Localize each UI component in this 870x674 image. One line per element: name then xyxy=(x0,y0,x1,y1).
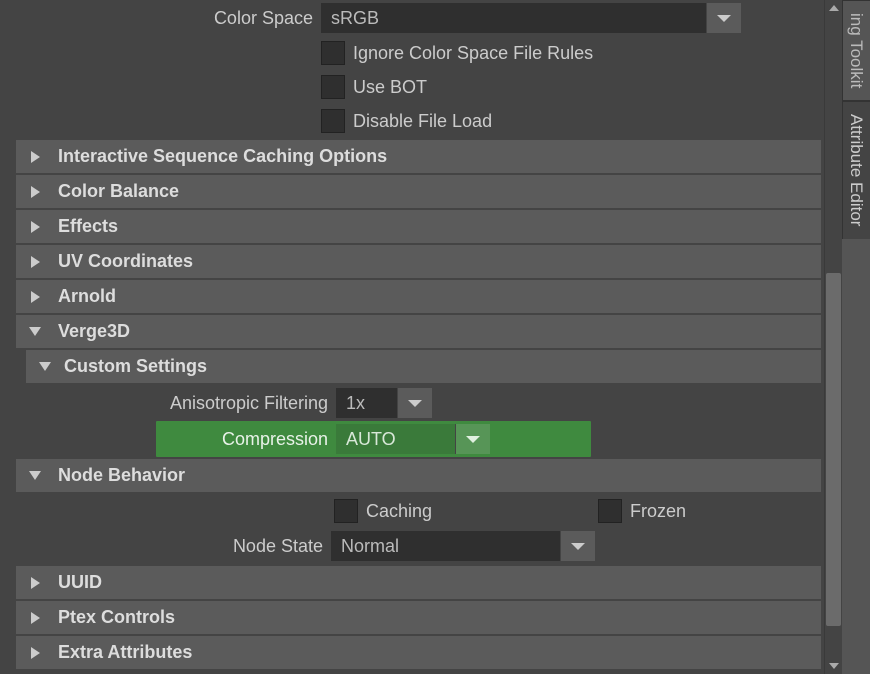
scrollbar-thumb[interactable] xyxy=(826,273,841,626)
scroll-down-icon[interactable] xyxy=(825,658,842,674)
compression-dropdown[interactable]: AUTO xyxy=(336,424,490,454)
chevron-right-icon xyxy=(26,256,44,268)
compression-row: Compression AUTO xyxy=(156,421,591,457)
color-space-dropdown[interactable]: sRGB xyxy=(321,3,741,33)
section-uuid[interactable]: UUID xyxy=(16,566,821,599)
chevron-down-icon[interactable] xyxy=(456,424,490,454)
use-bot-checkbox[interactable] xyxy=(321,75,345,99)
chevron-right-icon xyxy=(26,151,44,163)
chevron-down-icon xyxy=(26,327,44,336)
section-extra-attributes[interactable]: Extra Attributes xyxy=(16,636,821,669)
section-color-balance[interactable]: Color Balance xyxy=(16,175,821,208)
section-effects[interactable]: Effects xyxy=(16,210,821,243)
section-custom-settings[interactable]: Custom Settings xyxy=(26,350,821,383)
node-state-dropdown[interactable]: Normal xyxy=(331,531,595,561)
section-uv-coordinates[interactable]: UV Coordinates xyxy=(16,245,821,278)
use-bot-row: Use BOT xyxy=(16,70,821,104)
section-node-behavior[interactable]: Node Behavior xyxy=(16,459,821,492)
ignore-cs-rules-checkbox[interactable] xyxy=(321,41,345,65)
chevron-right-icon xyxy=(26,612,44,624)
chevron-right-icon xyxy=(26,577,44,589)
section-interactive-sequence[interactable]: Interactive Sequence Caching Options xyxy=(16,140,821,173)
tab-spacer xyxy=(842,239,870,674)
aniso-row: Anisotropic Filtering 1x xyxy=(16,385,821,421)
node-state-value: Normal xyxy=(331,531,561,561)
compression-label: Compression xyxy=(156,429,336,450)
side-tabs: ing Toolkit Attribute Editor xyxy=(842,0,870,674)
tab-modeling-toolkit[interactable]: ing Toolkit xyxy=(842,0,870,101)
chevron-down-icon[interactable] xyxy=(561,531,595,561)
disable-file-load-row: Disable File Load xyxy=(16,104,821,138)
section-ptex-controls[interactable]: Ptex Controls xyxy=(16,601,821,634)
ignore-cs-rules-row: Ignore Color Space File Rules xyxy=(16,36,821,70)
caching-label: Caching xyxy=(366,501,432,522)
chevron-right-icon xyxy=(26,186,44,198)
chevron-right-icon xyxy=(26,647,44,659)
ignore-cs-rules-label: Ignore Color Space File Rules xyxy=(353,43,593,64)
node-state-label: Node State xyxy=(16,536,331,557)
caching-checkbox[interactable] xyxy=(334,499,358,523)
node-state-row: Node State Normal xyxy=(16,528,821,564)
chevron-down-icon[interactable] xyxy=(398,388,432,418)
chevron-down-icon[interactable] xyxy=(707,3,741,33)
frozen-label: Frozen xyxy=(630,501,686,522)
scrollbar-track[interactable] xyxy=(825,16,842,658)
frozen-checkbox[interactable] xyxy=(598,499,622,523)
aniso-value: 1x xyxy=(336,388,398,418)
aniso-label: Anisotropic Filtering xyxy=(26,393,336,414)
compression-value: AUTO xyxy=(336,424,456,454)
color-space-label: Color Space xyxy=(16,8,321,29)
section-arnold[interactable]: Arnold xyxy=(16,280,821,313)
vertical-scrollbar[interactable] xyxy=(824,0,842,674)
attribute-editor-panel: Color Space sRGB Ignore Color Space File… xyxy=(0,0,824,674)
color-space-value: sRGB xyxy=(321,3,707,33)
color-space-row: Color Space sRGB xyxy=(16,0,821,36)
aniso-dropdown[interactable]: 1x xyxy=(336,388,432,418)
caching-frozen-row: Caching Frozen xyxy=(16,494,821,528)
chevron-right-icon xyxy=(26,291,44,303)
use-bot-label: Use BOT xyxy=(353,77,427,98)
chevron-down-icon xyxy=(26,471,44,480)
chevron-right-icon xyxy=(26,221,44,233)
chevron-down-icon xyxy=(36,362,54,371)
disable-file-load-label: Disable File Load xyxy=(353,111,492,132)
tab-attribute-editor[interactable]: Attribute Editor xyxy=(842,101,870,238)
scroll-up-icon[interactable] xyxy=(825,0,842,16)
disable-file-load-checkbox[interactable] xyxy=(321,109,345,133)
attribute-scroll-region: Color Space sRGB Ignore Color Space File… xyxy=(0,0,824,674)
section-verge3d[interactable]: Verge3D xyxy=(16,315,821,348)
